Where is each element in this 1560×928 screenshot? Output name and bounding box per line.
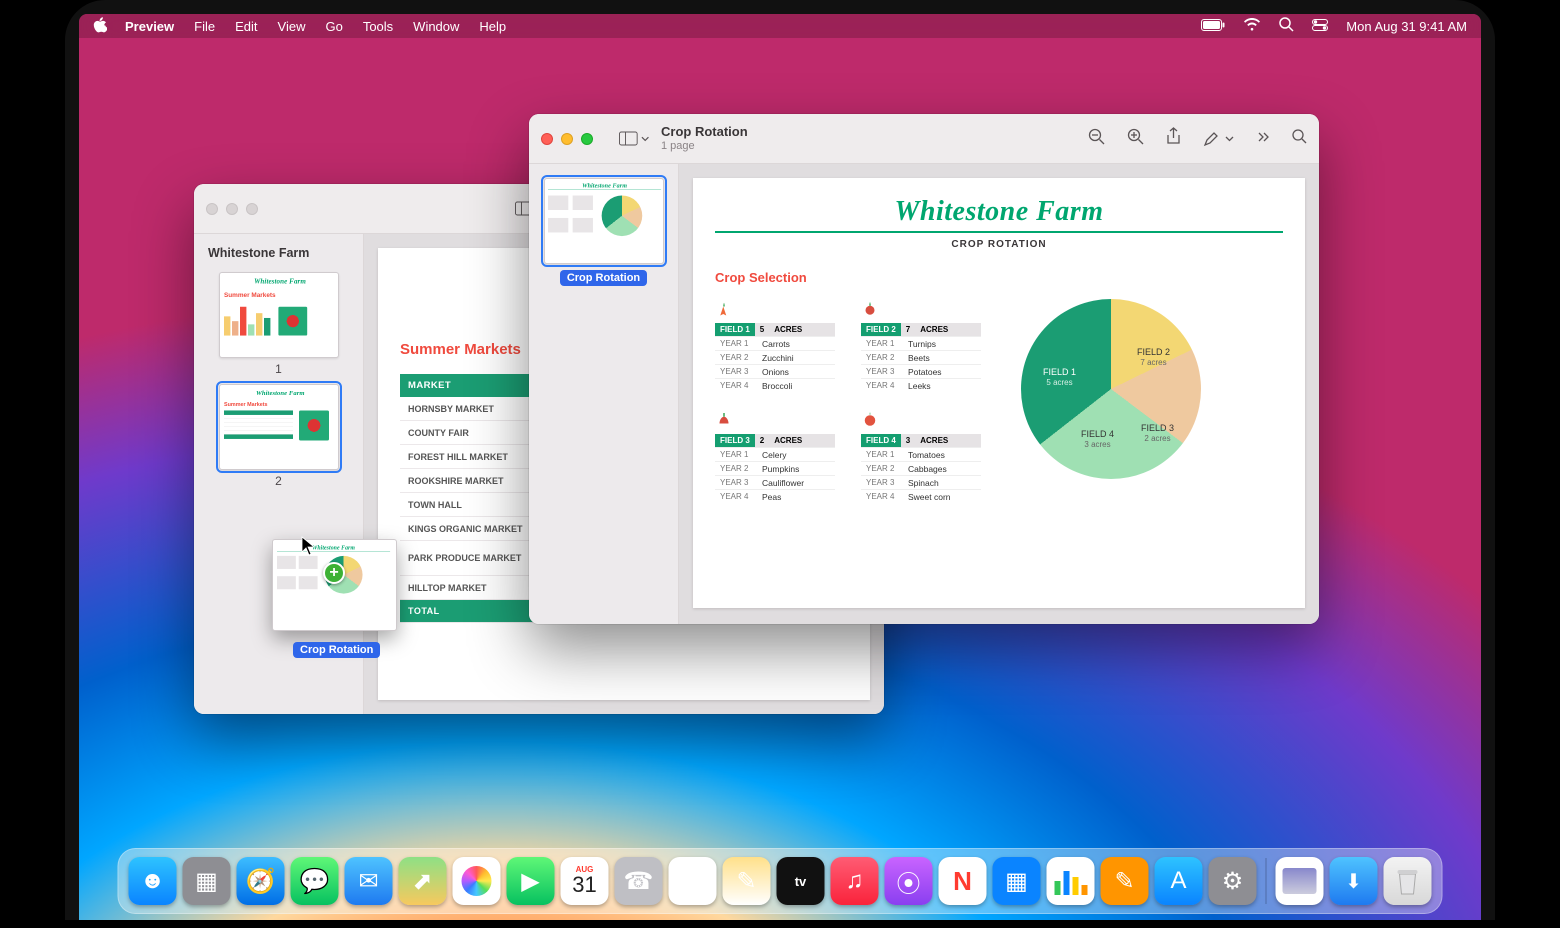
field-block-2: FIELD 2 7 ACRES YEAR 1TurnipsYEAR 2Beets… [861,299,981,392]
minimize-button[interactable] [226,203,238,215]
doc-subtitle: CROP ROTATION [715,239,1283,250]
dock-app-numbers[interactable] [1047,857,1095,905]
menu-view[interactable]: View [278,19,306,34]
close-button[interactable] [206,203,218,215]
thumbnail-sidebar-front: Whitestone Farm [529,164,679,624]
preview-window-front: Crop Rotation 1 page Whitestone Farm [529,114,1319,624]
dock-app-app-store[interactable]: A [1155,857,1203,905]
window-subtitle: 1 page [661,140,748,153]
field-block-3: FIELD 3 2 ACRES YEAR 1CeleryYEAR 2Pumpki… [715,410,835,503]
acreage-pie-chart: FIELD 15 acres FIELD 27 acres FIELD 32 a… [1021,299,1201,503]
plus-badge-icon: + [323,562,345,584]
battery-icon[interactable] [1201,19,1225,34]
zoom-button[interactable] [581,133,593,145]
apple-menu-icon[interactable] [93,17,107,36]
zoom-button[interactable] [246,203,258,215]
dock: ☻▦🧭💬✉︎⬈▶︎AUG31☎︎☰✎tv♫⦿N▦✎A⚙︎⬇︎ [118,848,1443,914]
page-content-front: Whitestone Farm CROP ROTATION Crop Selec… [693,178,1305,608]
thumb-1-label: 1 [202,362,355,376]
zoom-out-button[interactable] [1088,128,1105,150]
dock-app-mail[interactable]: ✉︎ [345,857,393,905]
dock-app-keynote[interactable]: ▦ [993,857,1041,905]
menu-tools[interactable]: Tools [363,19,393,34]
document-canvas-front[interactable]: Whitestone Farm CROP ROTATION Crop Selec… [679,164,1319,624]
dock-preview-doc[interactable] [1276,857,1324,905]
page-thumbnail-2[interactable]: Whitestone Farm Summer Markets [219,384,339,470]
dock-app-contacts[interactable]: ☎︎ [615,857,663,905]
menu-help[interactable]: Help [479,19,506,34]
market-name: HORNSBY MARKET [400,397,540,421]
wifi-icon[interactable] [1243,18,1261,34]
market-name: TOWN HALL [400,493,540,517]
menu-file[interactable]: File [194,19,215,34]
page-thumbnail-1[interactable]: Whitestone Farm Summer Markets [219,272,339,358]
more-toolbar-button[interactable] [1256,130,1270,148]
search-button[interactable] [1292,129,1307,149]
dock-app-photos[interactable] [453,857,501,905]
share-button[interactable] [1166,127,1181,150]
dock-app-system-preferences[interactable]: ⚙︎ [1209,857,1257,905]
pie-label-field-3: FIELD 32 acres [1141,423,1174,443]
dock-app-notes[interactable]: ✎ [723,857,771,905]
dock-app-safari[interactable]: 🧭 [237,857,285,905]
pie-label-field-1: FIELD 15 acres [1043,367,1076,387]
page-thumbnail[interactable]: Whitestone Farm [544,178,664,264]
dock-app-facetime[interactable]: ▶︎ [507,857,555,905]
menu-edit[interactable]: Edit [235,19,257,34]
dock-app-messages[interactable]: 💬 [291,857,339,905]
market-name: ROOKSHIRE MARKET [400,469,540,493]
dock-app-podcasts[interactable]: ⦿ [885,857,933,905]
sidebar-title: Whitestone Farm [202,244,355,266]
desktop: Preview File Edit View Go Tools Window H… [79,14,1481,920]
sidebar-toggle-button[interactable] [619,127,649,151]
zoom-in-button[interactable] [1127,128,1144,150]
menu-go[interactable]: Go [325,19,342,34]
drag-ghost-label: Crop Rotation [293,642,380,658]
pie-label-field-4: FIELD 43 acres [1081,429,1114,449]
market-name: PARK PRODUCE MARKET [400,541,540,576]
market-name: FOREST HILL MARKET [400,445,540,469]
spotlight-icon[interactable] [1279,17,1294,35]
window-title: Crop Rotation [661,125,748,140]
close-button[interactable] [541,133,553,145]
dock-app-pages[interactable]: ✎ [1101,857,1149,905]
markup-button[interactable] [1203,131,1234,147]
field-block-1: FIELD 1 5 ACRES YEAR 1CarrotsYEAR 2Zucch… [715,299,835,392]
drag-ghost-thumbnail[interactable]: Whitestone Farm + [272,539,397,631]
menu-window[interactable]: Window [413,19,459,34]
section-heading: Crop Selection [715,270,1283,285]
app-menu[interactable]: Preview [125,19,174,34]
pie-label-field-2: FIELD 27 acres [1137,347,1170,367]
dock-app-maps[interactable]: ⬈ [399,857,447,905]
menu-bar: Preview File Edit View Go Tools Window H… [79,14,1481,38]
traffic-lights-back[interactable] [206,203,258,215]
dock-trash[interactable] [1384,857,1432,905]
minimize-button[interactable] [561,133,573,145]
dock-app-music[interactable]: ♫ [831,857,879,905]
market-name: KINGS ORGANIC MARKET [400,517,540,541]
thumb-2-label: 2 [202,474,355,488]
field-block-4: FIELD 4 3 ACRES YEAR 1TomatoesYEAR 2Cabb… [861,410,981,503]
dock-app-tv[interactable]: tv [777,857,825,905]
dock-downloads[interactable]: ⬇︎ [1330,857,1378,905]
dock-app-reminders[interactable]: ☰ [669,857,717,905]
traffic-lights-front[interactable] [541,133,593,145]
titlebar-front[interactable]: Crop Rotation 1 page [529,114,1319,164]
col-market: MARKET [400,374,540,397]
market-name: COUNTY FAIR [400,421,540,445]
dock-app-news[interactable]: N [939,857,987,905]
thumb-label-badge: Crop Rotation [560,270,647,286]
menu-clock[interactable]: Mon Aug 31 9:41 AM [1346,19,1467,34]
dock-app-calendar[interactable]: AUG31 [561,857,609,905]
dock-app-finder[interactable]: ☻ [129,857,177,905]
dock-app-launchpad[interactable]: ▦ [183,857,231,905]
market-name: HILLTOP MARKET [400,576,540,600]
control-center-icon[interactable] [1312,19,1328,34]
cursor-arrow-icon [301,536,315,556]
doc-title: Whitestone Farm [715,196,1283,228]
